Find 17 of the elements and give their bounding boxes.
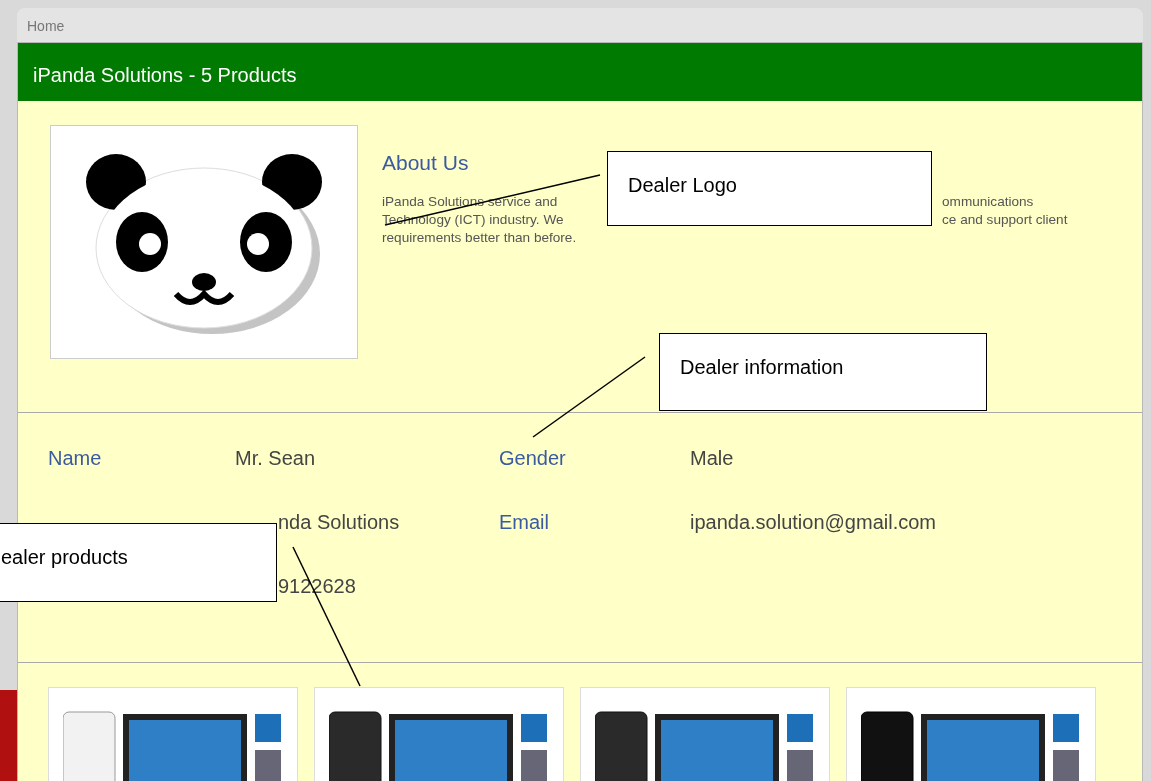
callout-label: Dealer Logo [607,151,932,226]
about-text: iPanda Solutions service and [382,192,559,211]
breadcrumb-link[interactable]: Home [27,18,65,34]
field-label: Email [499,510,550,535]
field-value: nda Solutions [277,511,400,533]
field-label: Name [48,446,103,471]
about-text: ce and support client [942,210,1068,229]
about-text: requirements better than before. [382,228,578,247]
field-label: Gender [499,446,567,471]
panel-title: iPanda Solutions - 5 Products [18,43,1142,101]
callout-label: ealer products [0,523,277,602]
field-value: ipanda.solution@gmail.com [690,510,937,535]
field-value: Mr. Sean [235,447,316,469]
field-value: Male [690,446,735,471]
about-text: ommunications [942,192,1035,211]
callout-label: Dealer information [659,333,987,411]
about-heading: About Us [382,150,470,176]
